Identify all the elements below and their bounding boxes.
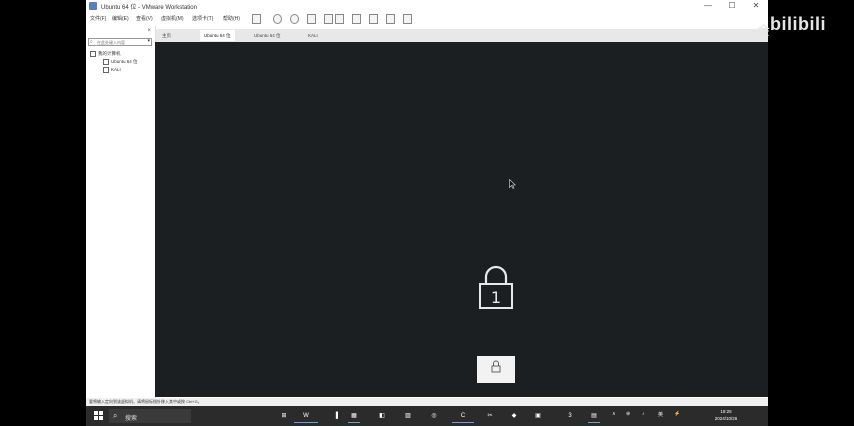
vm-icon (103, 67, 109, 73)
lock-icon: 1 (479, 265, 513, 309)
chevron-down-icon[interactable]: ▾ (147, 38, 150, 44)
minimize-button[interactable]: — (696, 0, 720, 12)
battery-icon[interactable]: ⚡ (674, 411, 680, 417)
sidebar-toggle-toolbar-icon[interactable] (335, 14, 344, 24)
taskbar-app-editor[interactable]: ◆ (508, 410, 520, 422)
taskbar-app-snipping[interactable]: ✂ (484, 410, 496, 422)
taskbar-clock[interactable]: 19:25 2024/10/26 (708, 409, 744, 422)
close-button[interactable]: ✕ (744, 0, 768, 12)
taskbar-app-media[interactable]: ▣ (532, 410, 544, 422)
computer-icon (90, 51, 96, 57)
title-bar: Ubuntu 64 位 - VMware Workstation — ☐ ✕ (86, 0, 768, 12)
taskbar-app-vmware-active[interactable]: ▤ (588, 410, 600, 423)
thumbnail-toolbar-icon[interactable] (352, 14, 361, 24)
taskbar-app-word[interactable]: W (294, 410, 318, 423)
tab-ubuntu-active[interactable]: Ubuntu 64 位 (200, 30, 235, 41)
taskbar-app-explorer[interactable]: ▦ (348, 410, 360, 423)
send-keys-toolbar-icon[interactable] (273, 14, 282, 24)
menu-file[interactable]: 文件(F) (90, 15, 106, 22)
windows-start-icon[interactable] (94, 411, 104, 421)
menu-help[interactable]: 帮助(H) (223, 15, 240, 22)
library-header: × (88, 28, 153, 35)
revert-toolbar-icon[interactable] (307, 14, 316, 24)
unity-toolbar-icon[interactable] (386, 14, 395, 24)
clock-date: 2024/10/26 (714, 415, 738, 421)
tree-item-kali[interactable]: KALI (103, 67, 121, 73)
tree-item-my-computer[interactable]: 我的计算机 (90, 51, 121, 57)
network-icon[interactable]: ⊕ (626, 411, 630, 417)
unlock-button[interactable] (477, 356, 515, 383)
tree-item-ubuntu[interactable]: Ubuntu 64 位 (103, 59, 138, 65)
tab-ubuntu-2[interactable]: Ubuntu 64 位 (250, 30, 285, 41)
tray-overflow-icon[interactable]: ∧ (612, 411, 616, 417)
menu-view[interactable]: 查看(V) (136, 15, 153, 22)
library-search[interactable]: ⌕ ▾ (88, 38, 152, 46)
manage-snapshots-toolbar-icon[interactable] (324, 14, 333, 24)
taskbar-app-terminal[interactable]: ◧ (376, 410, 388, 422)
window-title: Ubuntu 64 位 - VMware Workstation (101, 5, 197, 11)
taskbar-app-browser[interactable]: ◎ (428, 410, 440, 422)
menu-bar: 文件(F) 编辑(E) 查看(V) 虚拟机(M) 选项卡(T) 帮助(H) (86, 12, 768, 26)
fullscreen-toolbar-icon[interactable] (369, 14, 378, 24)
taskbar-app-chrome[interactable]: C (452, 410, 474, 423)
console-view-toolbar-icon[interactable] (403, 14, 412, 24)
vm-icon (103, 59, 109, 65)
status-bar: 要将输入定向到该虚拟机，请将鼠标指针移入其中或按 Ctrl+G。 (86, 398, 768, 406)
windows-taskbar: ⌕ 搜索 ⊞ W ▌ ▦ ◧ ▨ ◎ C ✂ ◆ ▣ 3 ▤ ∧ ⊕ ♪ 英 ⚡… (86, 406, 768, 426)
search-icon: ⌕ (113, 411, 118, 420)
pause-toolbar-icon[interactable] (252, 14, 261, 24)
tab-home[interactable]: 主页 (158, 30, 175, 41)
tab-kali[interactable]: KALI (304, 30, 322, 41)
vm-display[interactable]: 1 (155, 42, 768, 397)
close-library-icon[interactable]: × (147, 28, 151, 34)
mouse-pointer-icon (509, 179, 516, 189)
lock-number: 1 (491, 288, 501, 307)
taskbar-app-3[interactable]: 3 (564, 410, 576, 422)
input-method-icon[interactable]: 英 (658, 411, 663, 418)
vmware-window: Ubuntu 64 位 - VMware Workstation — ☐ ✕ 文… (86, 0, 768, 406)
library-sidebar: × ⌕ ▾ 我的计算机 Ubuntu 64 位 KALI (86, 26, 156, 398)
menu-tabs[interactable]: 选项卡(T) (192, 15, 213, 22)
small-lock-icon (491, 360, 501, 373)
volume-icon[interactable]: ♪ (642, 411, 645, 417)
menu-vm[interactable]: 虚拟机(M) (161, 15, 184, 22)
taskbar-app-notes[interactable]: ▌ (332, 410, 344, 422)
taskbar-search-label: 搜索 (125, 416, 138, 422)
taskbar-app-vmware[interactable]: ▨ (402, 410, 414, 422)
library-search-input[interactable] (89, 39, 145, 45)
menu-edit[interactable]: 编辑(E) (112, 15, 129, 22)
vm-tab-strip: 主页 Ubuntu 64 位 Ubuntu 64 位 KALI (156, 29, 768, 42)
task-view-icon[interactable]: ⊞ (278, 410, 290, 422)
taskbar-search[interactable]: ⌕ 搜索 (109, 409, 191, 423)
maximize-button[interactable]: ☐ (720, 0, 744, 12)
bilibili-watermark: bilibili (770, 14, 826, 34)
snapshot-toolbar-icon[interactable] (290, 14, 299, 24)
watermark-prefix: 会 (757, 23, 771, 38)
vmware-app-icon (89, 2, 97, 10)
